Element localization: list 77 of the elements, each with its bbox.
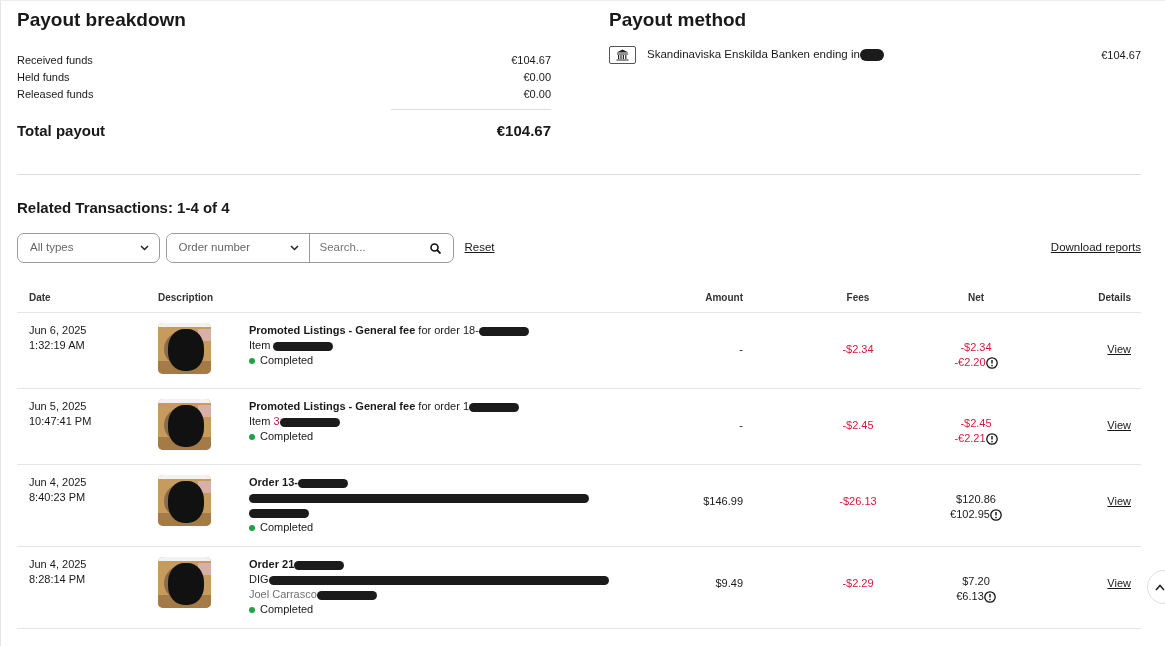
buyer-name: Joel Carrasco: [249, 588, 317, 600]
view-link[interactable]: View: [1107, 493, 1131, 510]
column-header: Net: [967, 291, 985, 305]
transaction-time: 1:32:19 AM: [29, 338, 86, 353]
transaction-date: Jun 6, 2025: [29, 323, 88, 338]
bank-name: Skandinaviska Enskilda Banken ending in: [647, 47, 860, 63]
total-value: €104.67: [496, 120, 551, 141]
download-reports-link[interactable]: Download reports: [1050, 239, 1141, 257]
status-dot: [249, 524, 255, 531]
order-number: Order 13-: [249, 476, 298, 488]
amount-value: -: [739, 342, 743, 357]
chevron-down-icon: [289, 245, 299, 251]
status-text: Completed: [260, 429, 314, 444]
section-title: Payout breakdown: [17, 9, 187, 32]
status-text: Completed: [260, 353, 314, 368]
total-label: Total payout: [17, 120, 106, 141]
search-icon: [429, 242, 441, 254]
funds-value: €0.00: [523, 87, 551, 103]
info-icon: [983, 590, 996, 603]
description-title: Promoted Listings - General fee for order 18-: [249, 324, 479, 336]
net-value: -$2.34: [959, 340, 993, 355]
status-dot: [249, 433, 255, 440]
view-link[interactable]: View: [1107, 575, 1131, 592]
reset-link[interactable]: Reset: [464, 239, 495, 257]
status-text: Completed: [260, 520, 314, 535]
fee-value: -$2.34: [841, 342, 875, 357]
amount-value: -: [739, 418, 743, 433]
view-link[interactable]: View: [1107, 417, 1131, 434]
net-value: $7.20: [961, 574, 991, 589]
funds-value: €104.67: [511, 52, 551, 68]
transaction-date: Jun 4, 2025: [29, 557, 88, 572]
amount-value: $9.49: [715, 576, 743, 591]
item-link[interactable]: 3: [273, 415, 280, 427]
net-value: -$2.45: [959, 416, 993, 431]
order-number-dropdown[interactable]: Order number: [166, 234, 310, 262]
item-number: Item: [249, 339, 272, 351]
status-text: Completed: [260, 602, 314, 617]
view-link[interactable]: View: [1107, 341, 1131, 358]
fee-value: -$2.45: [841, 418, 875, 433]
transaction-time: 10:47:41 PM: [29, 414, 93, 429]
item-title: DIG: [249, 573, 269, 585]
type-dropdown[interactable]: All types: [17, 233, 160, 263]
chevron-down-icon: [140, 245, 149, 251]
net-value: -€2.20: [954, 355, 986, 370]
info-icon: [989, 508, 1002, 521]
section-title: Payout method: [609, 9, 748, 32]
column-header: Amount: [705, 291, 743, 305]
status-dot: [249, 357, 255, 364]
order-number: Order 21: [249, 558, 295, 570]
transaction-time: 8:28:14 PM: [29, 572, 87, 587]
fee-value: -$26.13: [838, 494, 878, 509]
info-icon: [985, 432, 998, 445]
transaction-date: Jun 4, 2025: [29, 475, 88, 490]
caret-icon: [1155, 583, 1165, 591]
column-header: Description: [158, 291, 213, 305]
funds-label: Held funds: [17, 70, 70, 86]
transaction-time: 8:40:23 PM: [29, 490, 87, 505]
fee-value: -$2.29: [841, 576, 875, 591]
net-value: €102.95: [950, 507, 990, 522]
funds-label: Received funds: [17, 52, 93, 68]
column-header: Details: [1098, 291, 1131, 305]
payout-amount: €104.67: [1101, 47, 1141, 63]
status-dot: [249, 606, 255, 613]
bank-icon: [609, 45, 636, 64]
column-header: Date: [29, 291, 51, 305]
item-number: Item: [249, 415, 272, 427]
transaction-date: Jun 5, 2025: [29, 399, 88, 414]
net-value: $120.86: [955, 492, 997, 507]
net-value: €6.13: [956, 589, 984, 604]
column-header: Fees: [846, 291, 870, 305]
net-value: -€2.21: [954, 431, 986, 446]
funds-value: €0.00: [523, 70, 551, 86]
amount-value: $146.99: [703, 494, 743, 509]
info-icon: [985, 356, 998, 369]
description-title: Promoted Listings - General fee for order 1: [249, 400, 470, 412]
section-title: Related Transactions: 1-4 of 4: [17, 199, 231, 217]
funds-label: Released funds: [17, 87, 94, 103]
